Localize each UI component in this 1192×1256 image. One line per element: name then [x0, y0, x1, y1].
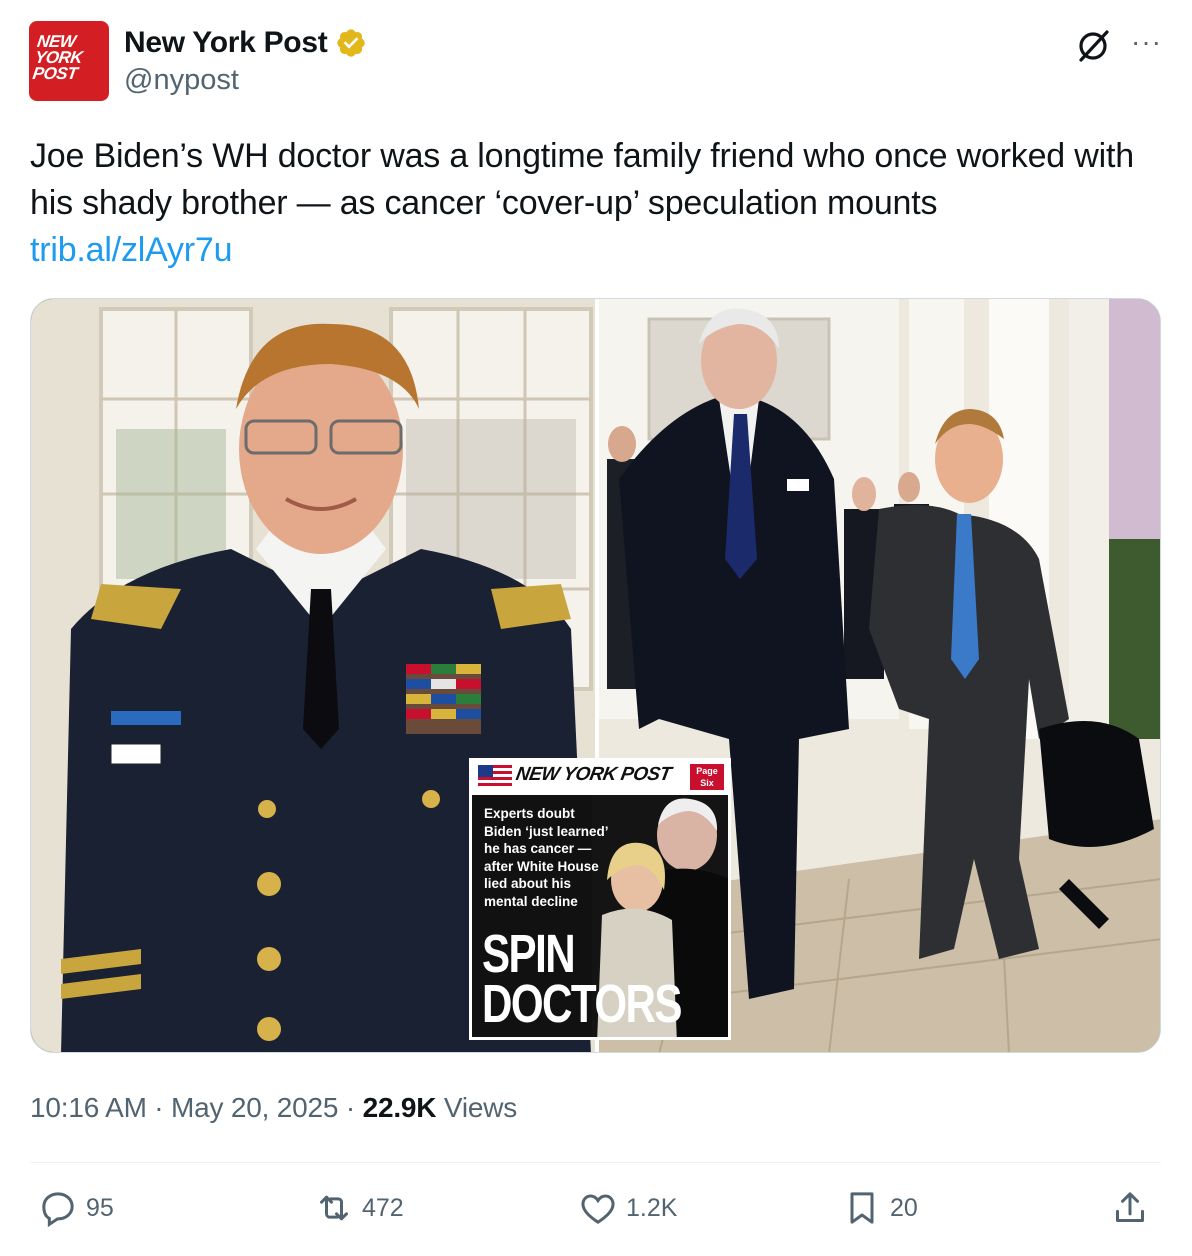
handle[interactable]: @nypost	[124, 64, 239, 97]
reply-count: 95	[86, 1193, 114, 1222]
tweet-date[interactable]: May 20, 2025	[171, 1092, 338, 1123]
divider-line	[30, 1162, 1161, 1163]
meta-separator-dot: ·	[154, 1092, 172, 1123]
share-button[interactable]	[1110, 1188, 1150, 1228]
cover-teaser: Experts doubt Biden ‘just learned’ he ha…	[484, 806, 608, 909]
repost-icon	[320, 1195, 348, 1221]
reply-button[interactable]: 95	[38, 1188, 114, 1228]
display-name[interactable]: New York Post	[124, 26, 328, 60]
cover-headline-line2: DOCTORS	[482, 974, 682, 1034]
us-flag-icon	[478, 765, 512, 789]
views-label: Views	[443, 1092, 518, 1123]
meta-separator-dot: ·	[345, 1092, 363, 1123]
avatar[interactable]: NEW YORK POST	[29, 21, 109, 101]
reply-icon	[42, 1192, 74, 1228]
name-row: New York Post	[124, 24, 367, 62]
bookmark-icon	[850, 1192, 874, 1224]
top-icons: ···	[1075, 26, 1162, 69]
like-button[interactable]: 1.2K	[578, 1188, 677, 1228]
verified-badge-icon[interactable]	[335, 27, 367, 59]
tweet-meta: 10:16 AM · May 20, 2025 · 22.9K Views	[30, 1092, 517, 1124]
cover-headline-line1: SPIN	[482, 924, 576, 984]
cover-page-six: Page Six	[690, 764, 724, 790]
grok-icon[interactable]	[1075, 26, 1113, 69]
like-count: 1.2K	[626, 1193, 678, 1222]
heart-icon	[581, 1194, 615, 1224]
tweet-body: Joe Biden’s WH doctor was a longtime fam…	[30, 137, 1134, 222]
avatar-logo-text: NEW YORK POST	[31, 32, 84, 83]
tweet-time[interactable]: 10:16 AM	[30, 1092, 147, 1123]
tweet-media[interactable]: NEW YORK POST Page Six Experts doubt Bid…	[30, 298, 1161, 1053]
cover-title: NEW YORK POST	[514, 764, 673, 785]
bookmark-count: 20	[890, 1193, 918, 1222]
tweet-text: Joe Biden’s WH doctor was a longtime fam…	[30, 133, 1160, 274]
action-bar: 95 472 1.2K 20	[0, 1188, 1192, 1236]
bookmark-button[interactable]: 20	[842, 1188, 918, 1228]
repost-button[interactable]: 472	[314, 1188, 404, 1228]
share-icon	[1116, 1192, 1144, 1222]
views-count: 22.9K	[362, 1092, 437, 1123]
cover-headline: SPIN DOCTORS	[482, 924, 728, 1034]
cover-masthead: NEW YORK POST Page Six	[472, 761, 728, 795]
tweet-link[interactable]: trib.al/zlAyr7u	[30, 227, 1160, 274]
newspaper-cover-inset: NEW YORK POST Page Six Experts doubt Bid…	[469, 758, 731, 1040]
repost-count: 472	[362, 1193, 404, 1222]
more-options-icon[interactable]: ···	[1131, 27, 1162, 56]
